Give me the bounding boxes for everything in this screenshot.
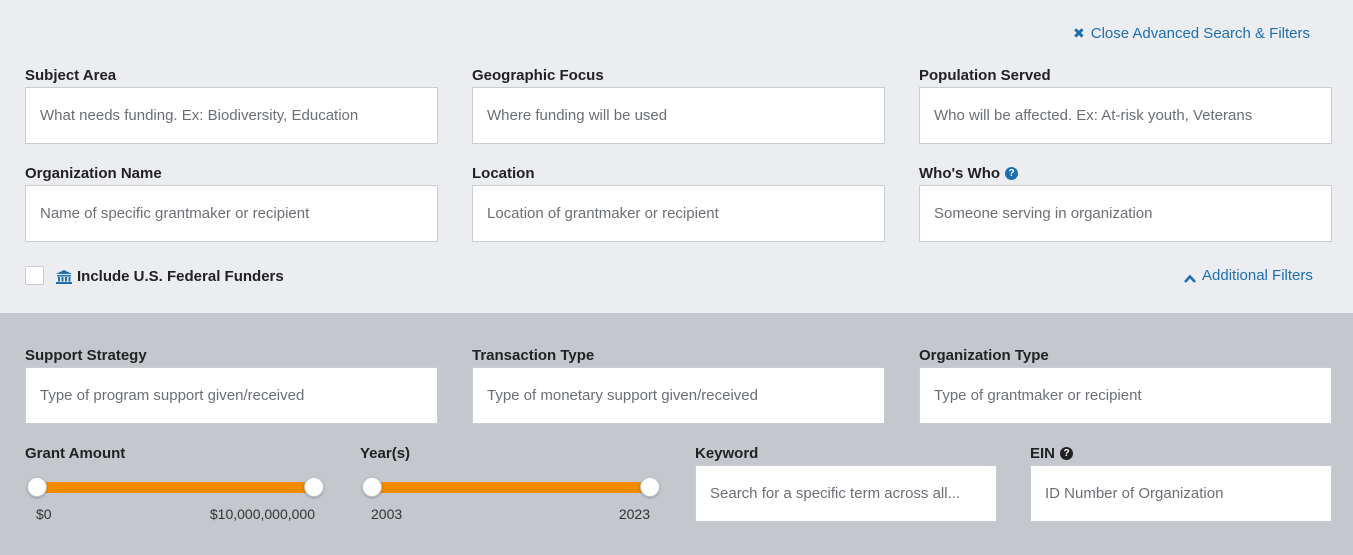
federal-funders-label: Include U.S. Federal Funders bbox=[77, 268, 284, 285]
geographic-focus-input[interactable]: Where funding will be used bbox=[472, 87, 885, 144]
additional-filters-toggle[interactable]: Additional Filters bbox=[1184, 267, 1313, 284]
close-advanced-search-label: Close Advanced Search & Filters bbox=[1090, 25, 1311, 42]
subject-area-label: Subject Area bbox=[25, 67, 117, 84]
years-max-handle[interactable] bbox=[640, 477, 660, 497]
years-max-value: 2023 bbox=[618, 506, 650, 522]
location-input[interactable]: Location of grantmaker or recipient bbox=[472, 185, 885, 242]
population-served-input[interactable]: Who will be affected. Ex: At-risk youth,… bbox=[919, 87, 1332, 144]
grant-amount-max-handle[interactable] bbox=[304, 477, 324, 497]
grant-amount-range-fill bbox=[37, 482, 314, 493]
support-strategy-label: Support Strategy bbox=[25, 347, 147, 364]
support-strategy-input[interactable]: Type of program support given/received bbox=[25, 367, 438, 424]
keyword-input[interactable]: Search for a specific term across all... bbox=[695, 465, 997, 522]
organization-type-label: Organization Type bbox=[919, 347, 1049, 364]
whos-who-label: Who's Who bbox=[919, 165, 1001, 182]
population-served-label: Population Served bbox=[919, 67, 1051, 84]
years-range-fill bbox=[372, 482, 650, 493]
whos-who-input[interactable]: Someone serving in organization bbox=[919, 185, 1332, 242]
federal-funders-label-group[interactable]: Include U.S. Federal Funders bbox=[56, 268, 284, 285]
grant-amount-max-value: $10,000,000,000 bbox=[209, 506, 315, 522]
whos-who-label-group: Who's Who ? bbox=[919, 165, 1019, 182]
grant-amount-min-handle[interactable] bbox=[27, 477, 47, 497]
organization-name-label: Organization Name bbox=[25, 165, 162, 182]
grant-amount-label: Grant Amount bbox=[25, 445, 126, 462]
years-label: Year(s) bbox=[360, 445, 411, 462]
ein-label: EIN bbox=[1030, 445, 1056, 462]
geographic-focus-label: Geographic Focus bbox=[472, 67, 604, 84]
organization-type-input[interactable]: Type of grantmaker or recipient bbox=[919, 367, 1332, 424]
grant-amount-min-value: $0 bbox=[36, 506, 52, 522]
help-icon[interactable]: ? bbox=[1060, 447, 1074, 460]
ein-label-group: EIN ? bbox=[1030, 445, 1074, 462]
ein-input[interactable]: ID Number of Organization bbox=[1030, 465, 1332, 522]
federal-funders-checkbox[interactable] bbox=[25, 266, 44, 285]
subject-area-input[interactable]: What needs funding. Ex: Biodiversity, Ed… bbox=[25, 87, 438, 144]
close-icon: ✖ bbox=[1073, 25, 1085, 41]
close-advanced-search-link[interactable]: ✖ Close Advanced Search & Filters bbox=[1073, 25, 1310, 42]
chevron-up-icon bbox=[1184, 271, 1196, 283]
keyword-label: Keyword bbox=[695, 445, 759, 462]
additional-filters-label: Additional Filters bbox=[1202, 267, 1313, 284]
location-label: Location bbox=[472, 165, 535, 182]
organization-name-input[interactable]: Name of specific grantmaker or recipient bbox=[25, 185, 438, 242]
help-icon[interactable]: ? bbox=[1005, 167, 1019, 180]
transaction-type-input[interactable]: Type of monetary support given/received bbox=[472, 367, 885, 424]
years-min-handle[interactable] bbox=[362, 477, 382, 497]
primary-filters-panel bbox=[0, 0, 1353, 313]
transaction-type-label: Transaction Type bbox=[472, 347, 595, 364]
years-min-value: 2003 bbox=[371, 506, 403, 522]
bank-icon bbox=[56, 269, 72, 284]
